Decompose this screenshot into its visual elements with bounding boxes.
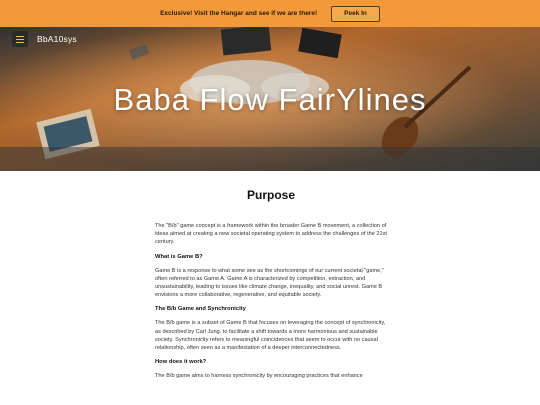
synchronicity-paragraph: The B/b game is a subset of Game B that … [155, 320, 386, 352]
heading-how-it-works: How does it work? [155, 359, 207, 366]
peek-in-button[interactable]: Peek In [331, 5, 380, 22]
announcement-bar: Exclusive! Visit the Hangar and see if w… [0, 0, 540, 27]
intro-paragraph: The "B/b" game concept is a framework wi… [155, 223, 387, 246]
top-nav: BbA10sys [12, 31, 77, 47]
main-content: Purpose The "B/b" game concept is a fram… [155, 188, 387, 387]
hamburger-menu-icon[interactable] [12, 31, 28, 47]
heading-synchronicity: The B/b Game and Synchronicity [155, 306, 246, 313]
brand-name[interactable]: BbA10sys [37, 34, 77, 44]
hero-title: Baba Flow FairYlines [113, 82, 427, 117]
heading-what-is-game-b: What is Game B? [155, 253, 203, 260]
game-b-paragraph: Game B is a response to what some see as… [155, 267, 384, 299]
page-title: Purpose [246, 188, 295, 202]
announcement-text: Exclusive! Visit the Hangar and see if w… [160, 10, 318, 17]
how-it-works-paragraph: The B/b game aims to harness synchronici… [155, 373, 363, 380]
